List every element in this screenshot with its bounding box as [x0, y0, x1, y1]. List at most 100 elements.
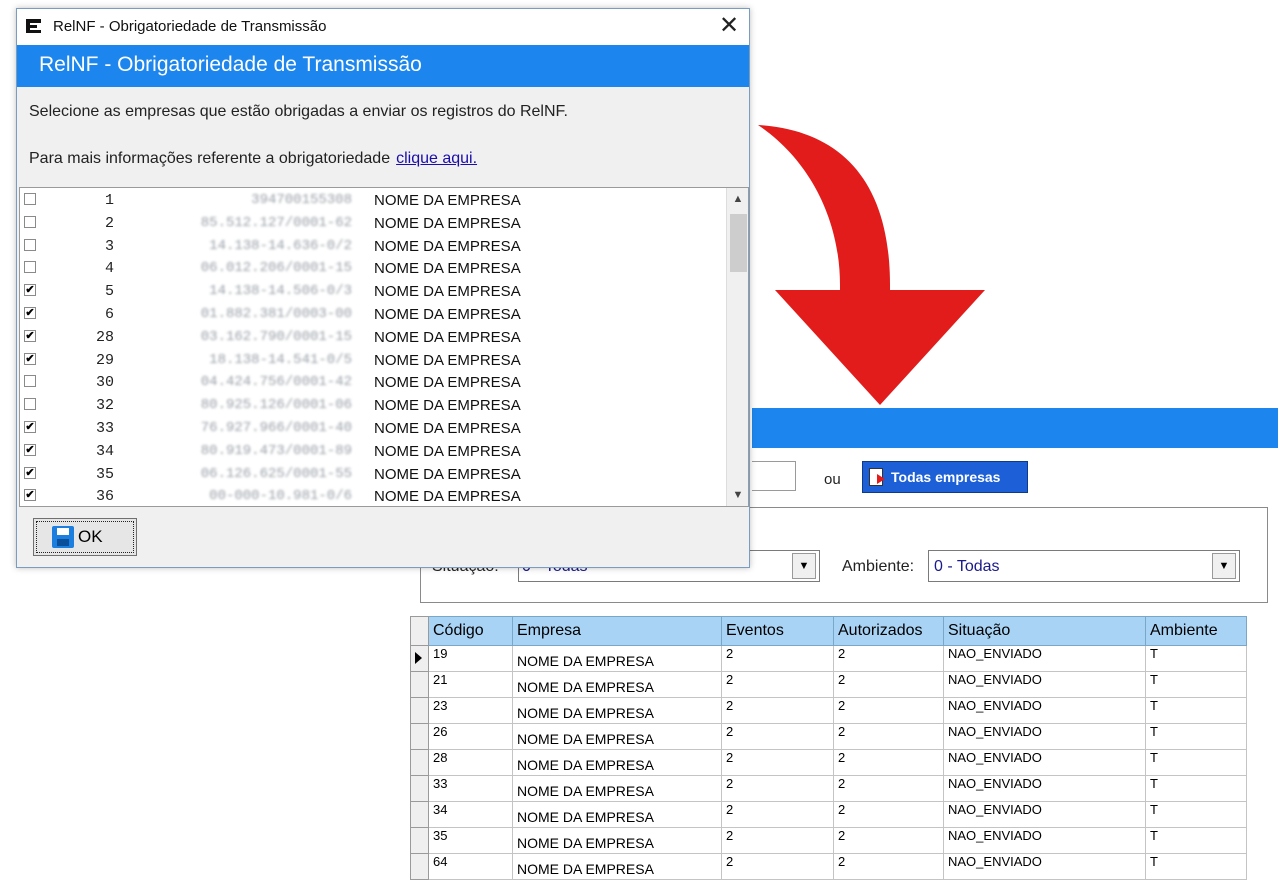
chevron-down-icon[interactable]: ▼ — [727, 486, 748, 506]
more-info-link[interactable]: clique aqui. — [396, 150, 477, 167]
company-list-item[interactable]: 30 04.424.756/0001-42 NOME DA EMPRESA — [20, 371, 728, 394]
app-logo-icon — [26, 19, 41, 33]
table-row[interactable]: 28 NOME DA EMPRESA 2 2 NAO_ENVIADO T — [410, 749, 1247, 776]
column-header[interactable]: Eventos — [721, 616, 834, 646]
company-list-item[interactable]: ✔ 35 06.126.625/0001-55 NOME DA EMPRESA — [20, 463, 728, 486]
company-checkbox[interactable] — [24, 398, 36, 411]
company-code: 1 — [104, 192, 114, 209]
close-icon[interactable]: ✕ — [713, 11, 745, 41]
table-row[interactable]: 34 NOME DA EMPRESA 2 2 NAO_ENVIADO T — [410, 801, 1247, 828]
company-name: NOME DA EMPRESA — [374, 420, 521, 437]
company-list-item[interactable]: 1 394700155308 NOME DA EMPRESA — [20, 189, 728, 212]
cell-empresa: NOME DA EMPRESA — [512, 723, 722, 750]
cell-codigo: 34 — [428, 801, 513, 828]
column-header[interactable]: Autorizados — [833, 616, 944, 646]
company-code: 4 — [104, 260, 114, 278]
company-list-item[interactable]: ✔ 36 00-000-10.981-0/6 NOME DA EMPRESA — [20, 485, 728, 506]
cell-autorizados: 2 — [833, 749, 944, 776]
table-row[interactable]: 64 NOME DA EMPRESA 2 2 NAO_ENVIADO T — [410, 853, 1247, 880]
company-checkbox[interactable] — [24, 238, 36, 251]
cell-empresa: NOME DA EMPRESA — [512, 827, 722, 854]
company-list-item[interactable]: 32 80.925.126/0001-06 NOME DA EMPRESA — [20, 394, 728, 417]
cell-codigo: 28 — [428, 749, 513, 776]
company-code: 34 — [95, 442, 114, 460]
company-cnpj: 18.138-14.541-0/5 — [209, 351, 352, 368]
cell-ambiente: T — [1145, 801, 1247, 828]
company-name: NOME DA EMPRESA — [374, 306, 521, 323]
cell-autorizados: 2 — [833, 697, 944, 724]
company-checklist[interactable]: 1 394700155308 NOME DA EMPRESA 2 85.512.127/… — [19, 187, 749, 507]
company-list-item[interactable]: ✔ 6 01.882.381/0003-00 NOME DA EMPRESA — [20, 303, 728, 326]
column-header[interactable]: Empresa — [512, 616, 722, 646]
company-list-item[interactable]: 2 85.512.127/0001-62 NOME DA EMPRESA — [20, 212, 728, 235]
column-header[interactable]: Código — [428, 616, 513, 646]
company-list-item[interactable]: 4 06.012.206/0001-15 NOME DA EMPRESA — [20, 257, 728, 280]
company-checkbox[interactable]: ✔ — [24, 307, 36, 319]
company-name: NOME DA EMPRESA — [374, 397, 521, 415]
company-checkbox[interactable] — [24, 215, 36, 228]
company-list-item[interactable]: ✔ 28 03.162.790/0001-15 NOME DA EMPRESA — [20, 326, 728, 349]
scrollbar-thumb[interactable] — [730, 214, 747, 272]
cell-autorizados: 2 — [833, 827, 944, 854]
company-list-item[interactable]: ✔ 34 80.919.473/0001-89 NOME DA EMPRESA — [20, 440, 728, 463]
row-indicator — [410, 749, 429, 776]
company-name: NOME DA EMPRESA — [374, 283, 521, 301]
companies-grid: Código Empresa Eventos Autorizados Situa… — [410, 616, 1247, 880]
dialog-banner-title: RelNF - Obrigatoriedade de Transmissão — [39, 53, 422, 76]
cell-situacao: NAO_ENVIADO — [943, 723, 1146, 750]
company-list-item[interactable]: 3 14.138-14.636-0/2 NOME DA EMPRESA — [20, 235, 728, 258]
ambiente-dropdown-button[interactable]: ▼ — [1212, 553, 1236, 579]
company-code: 5 — [104, 283, 114, 301]
company-checkbox[interactable]: ✔ — [24, 443, 36, 456]
table-row[interactable]: 35 NOME DA EMPRESA 2 2 NAO_ENVIADO T — [410, 827, 1247, 854]
all-companies-button[interactable]: Todas empresas — [862, 461, 1028, 493]
column-header[interactable]: Ambiente — [1145, 616, 1247, 646]
cell-ambiente: T — [1145, 671, 1247, 698]
table-row[interactable]: 33 NOME DA EMPRESA 2 2 NAO_ENVIADO T — [410, 775, 1247, 802]
row-indicator — [410, 827, 429, 854]
row-indicator — [410, 671, 429, 698]
company-cnpj: 394700155308 — [251, 192, 352, 208]
company-code: 32 — [95, 397, 114, 415]
cell-ambiente: T — [1145, 645, 1247, 672]
column-header[interactable]: Situação — [943, 616, 1146, 646]
cell-situacao: NAO_ENVIADO — [943, 827, 1146, 854]
company-name: NOME DA EMPRESA — [374, 260, 521, 278]
ok-button[interactable]: OK — [33, 518, 137, 556]
cell-codigo: 33 — [428, 775, 513, 802]
company-checkbox[interactable]: ✔ — [24, 284, 36, 297]
cell-codigo: 64 — [428, 853, 513, 880]
cell-empresa: NOME DA EMPRESA — [512, 775, 722, 802]
company-checkbox[interactable]: ✔ — [24, 352, 36, 365]
table-row[interactable]: 19 NOME DA EMPRESA 2 2 NAO_ENVIADO T — [410, 645, 1247, 672]
company-checkbox[interactable] — [24, 375, 36, 388]
company-code: 35 — [95, 465, 114, 483]
table-row[interactable]: 26 NOME DA EMPRESA 2 2 NAO_ENVIADO T — [410, 723, 1247, 750]
company-list-item[interactable]: ✔ 33 76.927.966/0001-40 NOME DA EMPRESA — [20, 417, 728, 440]
company-cnpj: 04.424.756/0001-42 — [200, 374, 352, 391]
company-cnpj: 06.012.206/0001-15 — [200, 260, 352, 277]
company-checkbox[interactable] — [24, 193, 36, 205]
company-checkbox[interactable] — [24, 261, 36, 274]
grid-header-row: Código Empresa Eventos Autorizados Situa… — [410, 616, 1247, 646]
company-list-item[interactable]: ✔ 5 14.138-14.506-0/3 NOME DA EMPRESA — [20, 280, 728, 303]
company-checkbox[interactable]: ✔ — [24, 421, 36, 433]
table-row[interactable]: 23 NOME DA EMPRESA 2 2 NAO_ENVIADO T — [410, 697, 1247, 724]
company-code-input[interactable] — [752, 461, 796, 491]
company-checkbox[interactable]: ✔ — [24, 466, 36, 479]
cell-empresa: NOME DA EMPRESA — [512, 645, 722, 672]
company-cnpj: 14.138-14.636-0/2 — [209, 237, 352, 254]
company-checkbox[interactable]: ✔ — [24, 489, 36, 502]
cell-codigo: 35 — [428, 827, 513, 854]
cell-autorizados: 2 — [833, 853, 944, 880]
cell-empresa: NOME DA EMPRESA — [512, 853, 722, 880]
table-row[interactable]: 21 NOME DA EMPRESA 2 2 NAO_ENVIADO T — [410, 671, 1247, 698]
company-list-item[interactable]: ✔ 29 18.138-14.541-0/5 NOME DA EMPRESA — [20, 349, 728, 372]
red-arrow-graphic — [758, 125, 985, 405]
chevron-up-icon[interactable]: ▲ — [727, 188, 748, 208]
company-name: NOME DA EMPRESA — [374, 465, 521, 483]
company-checkbox[interactable]: ✔ — [24, 329, 36, 342]
situacao-dropdown-button[interactable]: ▼ — [792, 553, 816, 579]
checklist-scrollbar[interactable]: ▲ ▼ — [726, 188, 748, 506]
row-indicator — [410, 723, 429, 750]
